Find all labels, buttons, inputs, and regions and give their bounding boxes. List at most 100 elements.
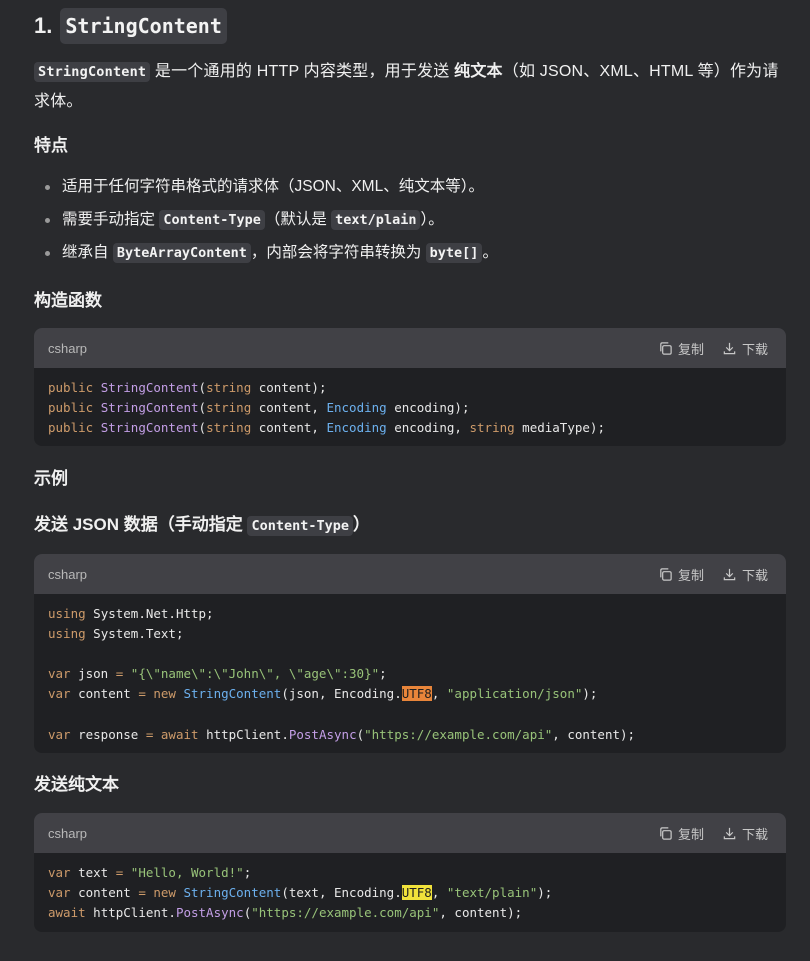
copy-label: 复制 — [677, 567, 704, 583]
code-line: var json = "{\"name\":\"John\", \"age\":… — [48, 664, 772, 684]
code-token: = new — [138, 686, 184, 701]
code-token: await — [48, 905, 86, 920]
code-token: var — [48, 686, 71, 701]
code-token: ( — [198, 420, 207, 435]
code-token: string — [469, 420, 515, 435]
code-token: content, — [251, 400, 327, 415]
copy-icon — [660, 567, 672, 581]
copy-button[interactable]: 复制 — [658, 339, 704, 358]
code-token: var — [48, 865, 71, 880]
code-token: public — [48, 400, 101, 415]
code-line: public StringContent(string content, Enc… — [48, 418, 772, 438]
title-code: StringContent — [60, 8, 227, 44]
intro-paragraph: StringContent 是一个通用的 HTTP 内容类型，用于发送 纯文本（… — [34, 57, 786, 116]
code-actions: 复制 下载 — [658, 565, 768, 584]
code-token: using — [48, 626, 86, 641]
download-icon — [723, 342, 736, 354]
inline-code: Content-Type — [159, 210, 265, 230]
json-example-heading: 发送 JSON 数据（手动指定 Content-Type） — [34, 513, 370, 538]
code-token: content, — [251, 420, 327, 435]
inline-code: text/plain — [331, 210, 421, 230]
code-token: ; — [379, 666, 387, 681]
constructors-heading: 构造函数 — [34, 291, 102, 310]
download-button[interactable]: 下载 — [722, 339, 768, 358]
code-token: PostAsync — [288, 727, 357, 742]
code-token: public — [48, 380, 101, 395]
list-item-text: 需要手动指定 — [62, 211, 160, 228]
list-item-text: ，内部会将字符串转换为 — [250, 244, 426, 261]
code-actions: 复制 下载 — [658, 824, 768, 843]
code-block-header: csharp 复制 下载 — [34, 328, 786, 368]
code-token: , content); — [439, 905, 523, 920]
section-number: 1. — [34, 13, 53, 38]
heading-text: ） — [353, 515, 371, 534]
code-token: StringContent — [183, 885, 282, 900]
code-line: var text = "Hello, World!"; — [48, 863, 772, 883]
code-token: StringContent — [100, 400, 199, 415]
list-item-text: ）。 — [420, 211, 444, 228]
code-token: , content); — [552, 727, 636, 742]
code-token: "{\"name\":\"John\", \"age\":30}" — [123, 666, 380, 681]
code-token: string — [206, 380, 252, 395]
code-token: var — [48, 727, 71, 742]
code-token: ); — [537, 885, 553, 900]
code-line: public StringContent(string content); — [48, 378, 772, 398]
code-token: (text, Encoding. — [281, 885, 402, 900]
code-token: StringContent — [100, 380, 199, 395]
copy-label: 复制 — [677, 826, 704, 842]
code-token: Encoding — [326, 400, 387, 415]
code-token: System.Net.Http; — [85, 606, 214, 621]
copy-button[interactable]: 复制 — [658, 824, 704, 843]
code-line: var content = new StringContent(json, En… — [48, 684, 772, 704]
copy-button[interactable]: 复制 — [658, 565, 704, 584]
download-label: 下载 — [741, 826, 768, 842]
code-token: string — [206, 400, 252, 415]
code-token: = new — [138, 885, 184, 900]
code-token: StringContent — [183, 686, 282, 701]
code-token: public — [48, 420, 101, 435]
code-language: csharp — [48, 566, 88, 582]
download-button[interactable]: 下载 — [722, 824, 768, 843]
code-token: UTF8 — [401, 686, 432, 701]
code-block: csharp 复制 下载 var text = "Hello, World!";… — [34, 813, 786, 932]
intro-bold: 纯文本 — [454, 63, 503, 80]
code-token: StringContent — [100, 420, 199, 435]
code-token: using — [48, 606, 86, 621]
code-token: UTF8 — [401, 885, 432, 900]
code-token: json — [70, 666, 116, 681]
code-block-header: csharp 复制 下载 — [34, 554, 786, 594]
code-line: var response = await httpClient.PostAsyn… — [48, 725, 772, 745]
download-button[interactable]: 下载 — [722, 565, 768, 584]
code-actions: 复制 下载 — [658, 339, 768, 358]
code-token: ; — [243, 865, 252, 880]
inline-code: byte[] — [425, 243, 483, 263]
download-label: 下载 — [741, 341, 768, 357]
code-line: await httpClient.PostAsync("https://exam… — [48, 903, 772, 923]
code-token: var — [48, 666, 71, 681]
examples-heading: 示例 — [34, 469, 68, 488]
code-body: public StringContent(string content); pub… — [34, 368, 786, 438]
code-token: PostAsync — [175, 905, 244, 920]
download-icon — [723, 827, 736, 839]
list-item: 适用于任何字符串格式的请求体（JSON、XML、纯文本等）。 — [34, 174, 498, 207]
code-token: var — [48, 885, 71, 900]
code-token: "https://example.com/api" — [364, 727, 553, 742]
code-token: encoding); — [386, 400, 470, 415]
code-line: using System.Text; — [48, 624, 772, 644]
inline-code: ByteArrayContent — [112, 243, 251, 263]
code-token: , — [431, 885, 447, 900]
code-token: ( — [356, 727, 365, 742]
list-item-text: 。 — [482, 244, 498, 261]
code-token: text — [70, 865, 116, 880]
code-token: ( — [198, 400, 207, 415]
list-item: 需要手动指定 Content-Type （默认是 text/plain）。 — [34, 207, 498, 240]
code-token: (json, Encoding. — [281, 686, 402, 701]
list-item-text: 继承自 — [62, 244, 113, 261]
code-token: System.Text; — [85, 626, 184, 641]
features-heading: 特点 — [34, 136, 68, 155]
code-token: "application/json" — [446, 686, 583, 701]
intro-text: 是一个通用的 HTTP 内容类型，用于发送 — [150, 63, 455, 80]
inline-code: StringContent — [34, 62, 151, 82]
